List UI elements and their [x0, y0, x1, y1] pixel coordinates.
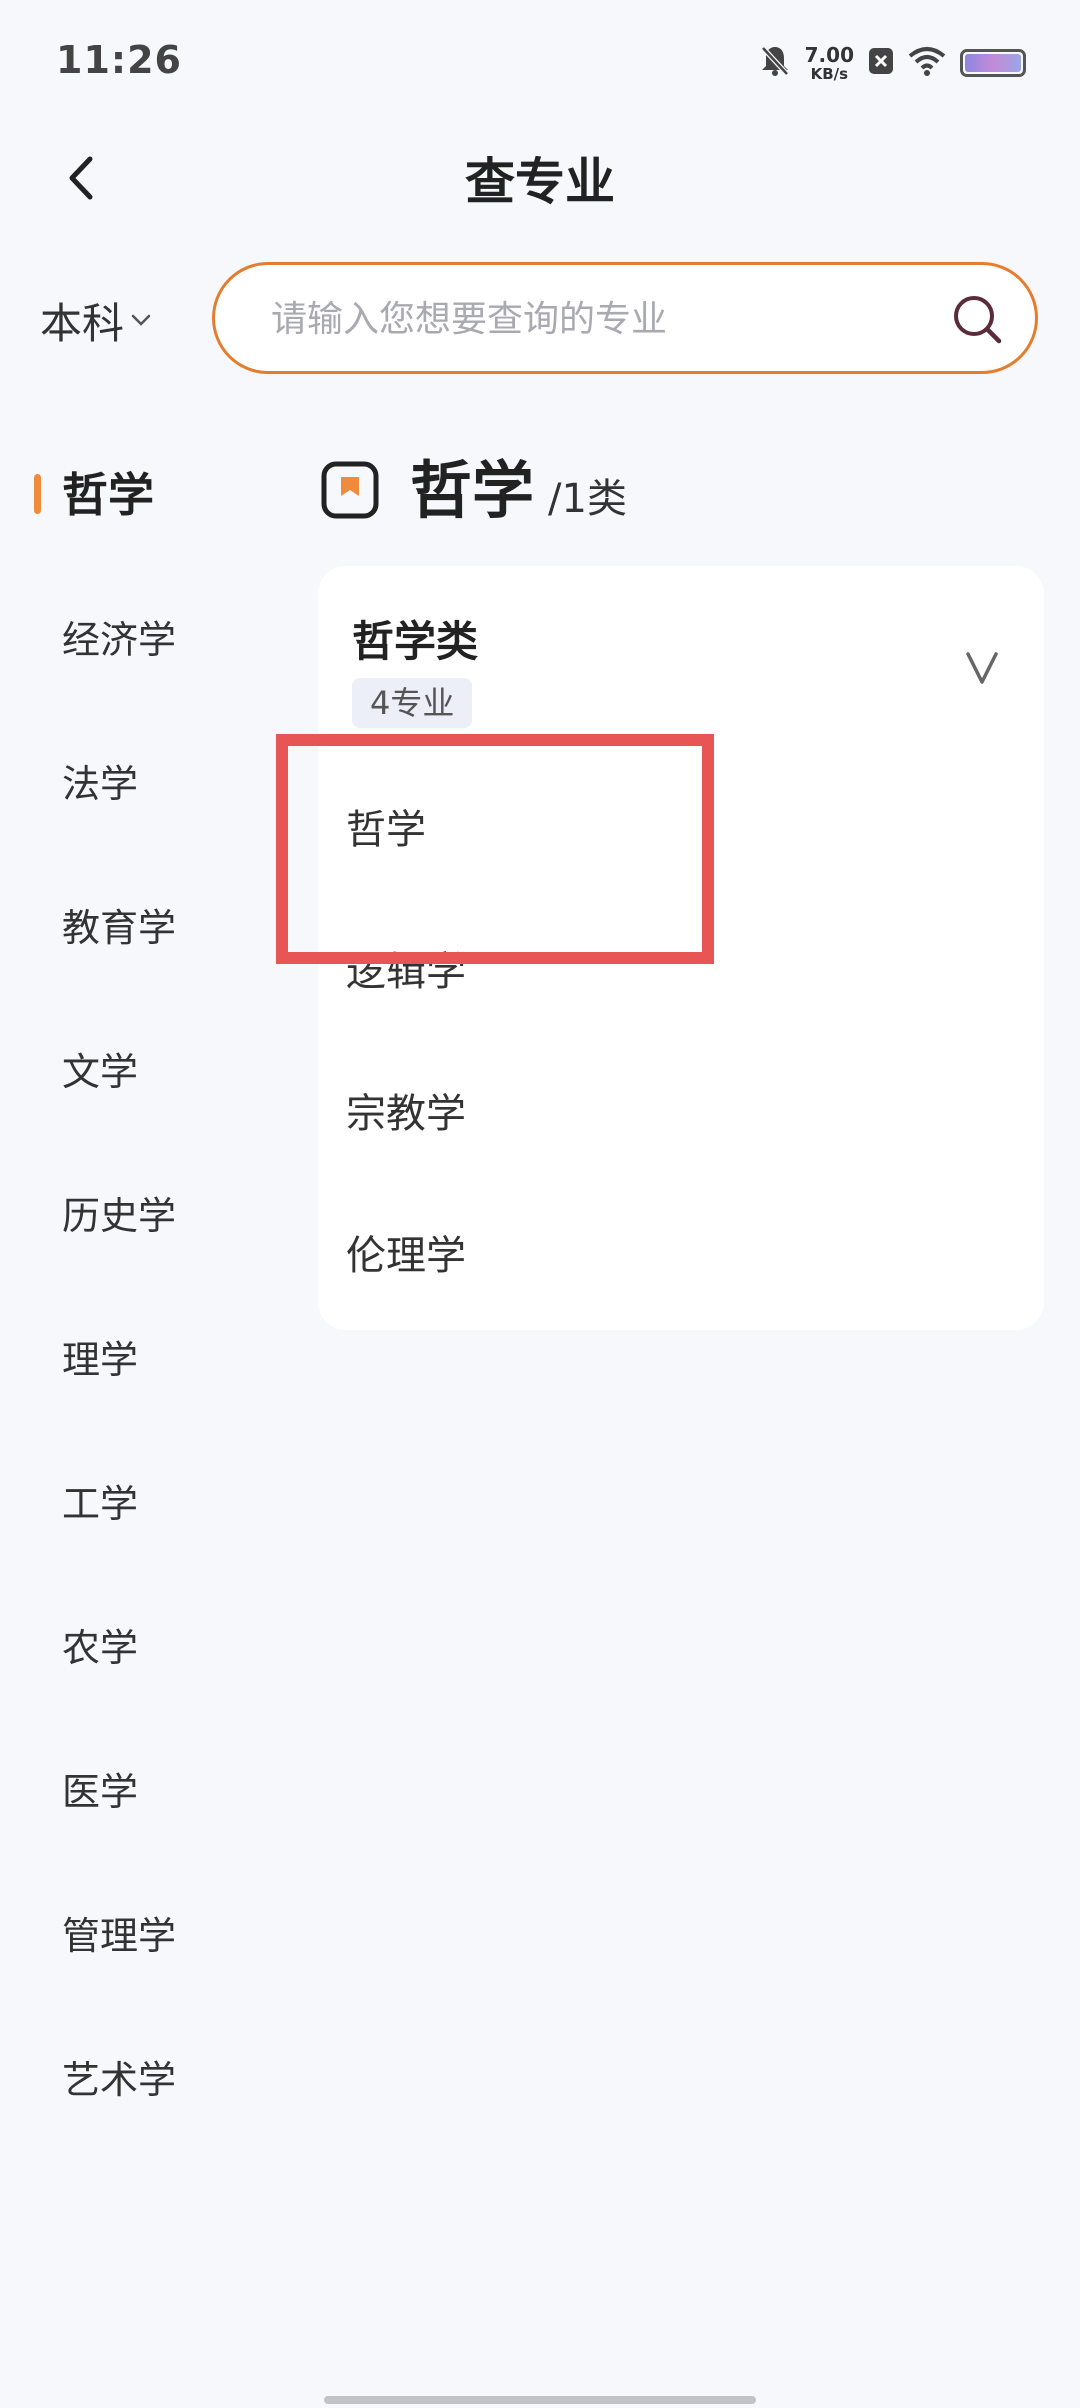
- major-count-badge: 4专业: [352, 678, 473, 728]
- network-speed-unit: KB/s: [810, 64, 849, 83]
- home-indicator: [324, 2396, 756, 2404]
- search-box[interactable]: [212, 262, 1038, 374]
- book-icon: [321, 461, 379, 519]
- sidebar-item-philosophy[interactable]: 哲学: [0, 420, 300, 564]
- category-sidebar: 哲学 经济学 法学 教育学 文学 历史学 理学 工学 农学 医学 管理学 艺术学: [0, 420, 300, 2148]
- sidebar-item-management[interactable]: 管理学: [0, 1860, 300, 2004]
- sidebar-item-literature[interactable]: 文学: [0, 996, 300, 1140]
- sidebar-item-education[interactable]: 教育学: [0, 852, 300, 996]
- battery-level: [965, 54, 1021, 72]
- sidebar-item-engineering[interactable]: 工学: [0, 1428, 300, 1572]
- sidebar-item-label: 法学: [62, 761, 139, 806]
- network-speed-value: 7.00: [804, 42, 854, 67]
- level-dropdown[interactable]: 本科: [40, 290, 154, 350]
- sidebar-item-art[interactable]: 艺术学: [0, 2004, 300, 2148]
- sidebar-item-law[interactable]: 法学: [0, 708, 300, 852]
- search-icon[interactable]: [949, 291, 1005, 347]
- sidebar-item-label: 农学: [62, 1625, 139, 1670]
- chevron-down-icon: [131, 314, 151, 326]
- sidebar-item-economics[interactable]: 经济学: [0, 564, 300, 708]
- page-title: 查专业: [465, 153, 615, 211]
- sidebar-item-label: 经济学: [62, 617, 177, 662]
- sidebar-item-label: 教育学: [62, 905, 177, 950]
- major-item-religious-studies[interactable]: 宗教学: [346, 1084, 466, 1144]
- status-icons: 7.00 KB/s: [759, 40, 1026, 86]
- sidebar-item-label: 艺术学: [62, 2057, 177, 2102]
- collapse-chevron-icon[interactable]: [962, 648, 1002, 688]
- status-time: 11:26: [56, 38, 182, 82]
- wifi-icon: [908, 46, 946, 80]
- category-header: 哲学 /1类: [320, 440, 627, 540]
- sidebar-item-agriculture[interactable]: 农学: [0, 1572, 300, 1716]
- sidebar-item-label: 历史学: [62, 1193, 177, 1238]
- category-count: /1类: [548, 476, 627, 522]
- sidebar-item-science[interactable]: 理学: [0, 1284, 300, 1428]
- mute-bell-icon: [759, 44, 791, 82]
- search-input[interactable]: [269, 265, 913, 373]
- sidebar-item-label: 理学: [62, 1337, 139, 1382]
- sidebar-item-label: 哲学: [62, 468, 154, 522]
- category-title: 哲学: [410, 454, 535, 527]
- header: 查专业: [0, 120, 1080, 230]
- level-dropdown-label: 本科: [40, 298, 125, 348]
- major-item-ethics[interactable]: 伦理学: [346, 1226, 466, 1286]
- close-box-icon: [868, 46, 894, 80]
- status-bar: 11:26 7.00 KB/s: [0, 0, 1080, 120]
- sidebar-item-label: 医学: [62, 1769, 139, 1814]
- sidebar-item-label: 管理学: [62, 1913, 177, 1958]
- group-title[interactable]: 哲学类: [352, 608, 478, 669]
- sidebar-item-medicine[interactable]: 医学: [0, 1716, 300, 1860]
- highlight-box: [276, 734, 714, 964]
- sidebar-item-label: 工学: [62, 1481, 139, 1526]
- battery-icon: [960, 49, 1026, 77]
- sidebar-item-label: 文学: [62, 1049, 139, 1094]
- network-speed: 7.00 KB/s: [805, 45, 854, 82]
- sidebar-item-history[interactable]: 历史学: [0, 1140, 300, 1284]
